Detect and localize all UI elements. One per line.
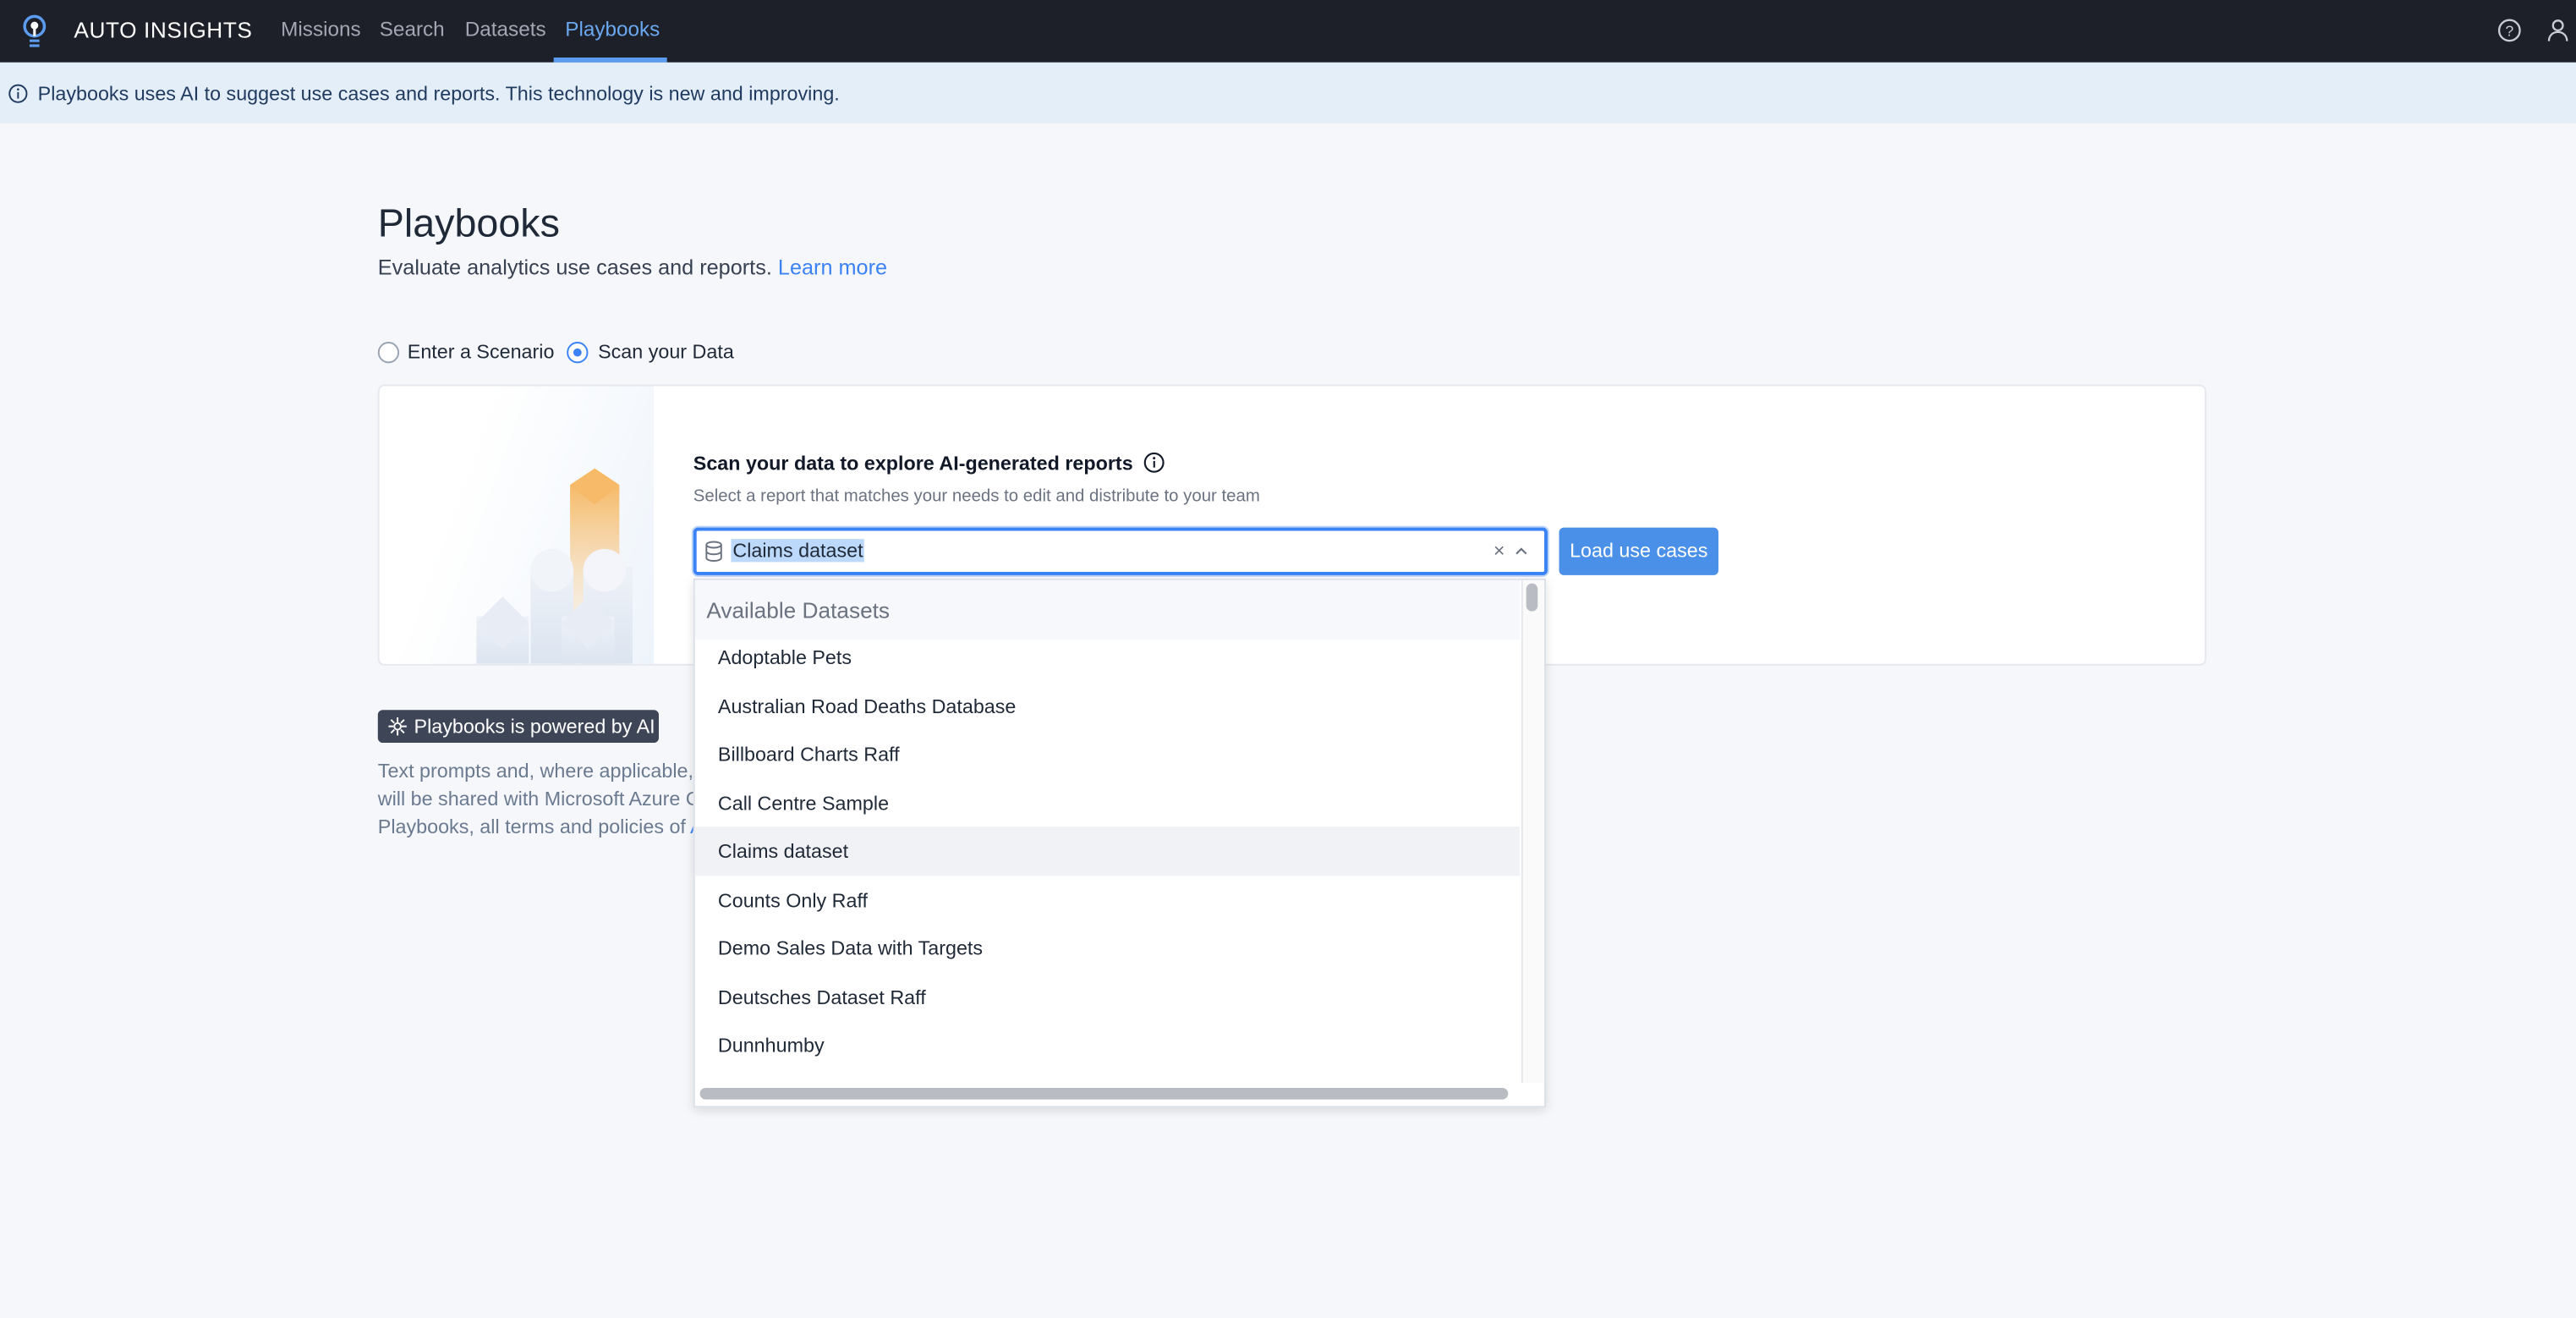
option-label: Counts Only Raff [717,887,868,912]
dataset-option[interactable]: Australian Road Deaths Database [695,681,1520,729]
dataset-select-input[interactable]: Claims dataset × [693,527,1548,575]
dropdown-group-header: Available Datasets [694,579,1520,640]
user-icon[interactable] [2546,18,2569,42]
option-label: Australian Road Deaths Database [717,694,1017,717]
ai-disclaimer-line-1: Text prompts and, where applicable, t [377,759,704,783]
option-label: Dunnhumby [717,1033,825,1057]
disclaimer-text: Playbooks, all terms and policies of [377,815,691,838]
option-label: Billboard Charts Raff [717,743,900,766]
nav-missions[interactable]: Missions [281,18,360,41]
subtitle-text: Evaluate analytics use cases and reports… [377,255,772,280]
horizontal-scroll-thumb[interactable] [699,1088,1509,1100]
page-subtitle: Evaluate analytics use cases and reports… [378,255,887,279]
powered-by-ai-badge: Playbooks is powered by AI [377,710,659,744]
info-icon[interactable] [1143,452,1165,473]
dataset-option[interactable]: Dunnhumby [695,1020,1520,1068]
dataset-option[interactable]: Call Centre Sample [695,778,1520,826]
option-label: Adoptable Pets [717,645,852,669]
nav-datasets[interactable]: Datasets [465,18,546,41]
dataset-option[interactable]: Billboard Charts Raff [695,730,1520,778]
dataset-option[interactable]: Counts Only Raff [695,875,1520,923]
vertical-scrollbar[interactable] [1521,579,1545,1084]
dataset-option[interactable]: Demo Sales Data with Targets [695,924,1520,972]
database-icon [705,541,722,562]
dataset-dropdown: Available Datasets Adoptable Pets Austra… [693,578,1546,1108]
vertical-scroll-thumb[interactable] [1526,583,1538,612]
ai-disclaimer-line-3: Playbooks, all terms and policies of A [378,816,704,838]
clear-icon[interactable]: × [1494,539,1505,562]
svg-text:?: ? [2505,23,2513,40]
dataset-option[interactable]: Deutsches Dataset Raff [695,972,1520,1020]
nav-playbooks[interactable]: Playbooks [565,18,660,41]
dataset-option[interactable]: Adoptable Pets [695,633,1520,681]
top-nav: AUTO INSIGHTS Missions Search Datasets P… [0,0,2576,63]
option-label: Deutsches Dataset Raff [717,985,926,1008]
option-label: Demo Sales Data with Targets [717,936,984,960]
info-icon [8,84,28,103]
brand-name: AUTO INSIGHTS [74,18,253,43]
option-label: Claims dataset [717,839,849,863]
badge-text: Playbooks is powered by AI [414,715,655,739]
lightbulb-logo-icon [23,14,47,47]
ai-sparkle-icon [388,717,407,736]
ai-info-banner: Playbooks uses AI to suggest use cases a… [0,62,2576,124]
stacked-cubes-illustration [476,468,633,664]
option-label: Call Centre Sample [717,791,890,815]
ai-disclaimer-line-2: will be shared with Microsoft Azure O [377,787,702,810]
dataset-option-highlighted[interactable]: Claims dataset [694,826,1520,876]
load-use-cases-button[interactable]: Load use cases [1559,527,1718,575]
radio-enter-scenario[interactable] [377,342,400,364]
radio-label-enter-scenario[interactable]: Enter a Scenario [408,340,555,363]
scan-hint: Select a report that matches your needs … [693,486,1260,507]
selected-dataset-value: Claims dataset [731,539,865,563]
radio-scan-data[interactable] [567,342,589,364]
banner-text: Playbooks uses AI to suggest use cases a… [37,82,840,106]
group-label: Available Datasets [706,598,891,623]
cube-illustration [379,386,655,664]
chevron-up-icon[interactable] [1515,546,1528,556]
nav-search[interactable]: Search [380,18,445,41]
scan-heading: Scan your data to explore AI-generated r… [693,452,1165,475]
page-title: Playbooks [377,201,560,247]
help-icon[interactable]: ? [2497,18,2522,42]
app-root: AUTO INSIGHTS Missions Search Datasets P… [0,0,2576,1318]
radio-label-scan-data[interactable]: Scan your Data [598,340,734,363]
learn-more-link[interactable]: Learn more [778,255,887,279]
scan-heading-text: Scan your data to explore AI-generated r… [693,452,1133,475]
